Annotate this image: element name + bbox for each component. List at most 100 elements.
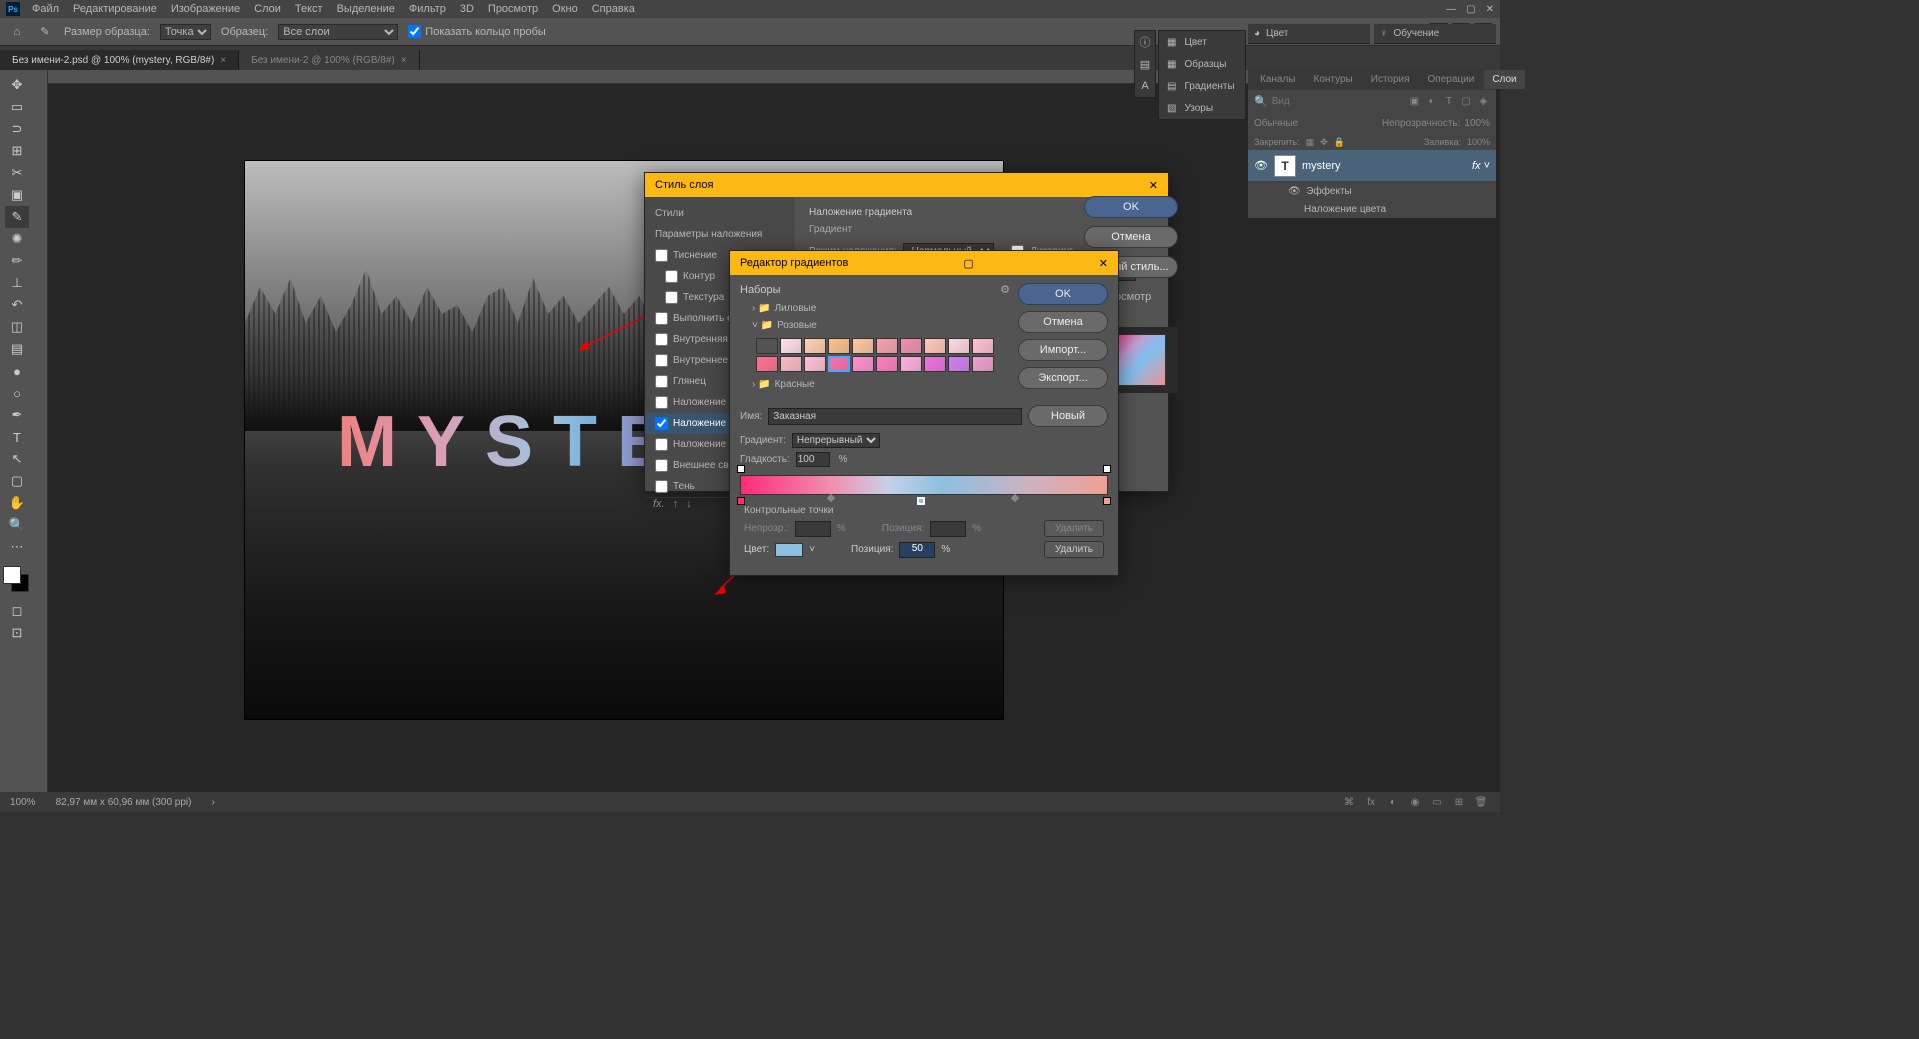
gradient-type-select[interactable]: Непрерывный bbox=[792, 433, 880, 448]
import-button[interactable]: Импорт... bbox=[1018, 339, 1108, 361]
gradient-swatch[interactable] bbox=[780, 356, 802, 372]
visibility-icon[interactable]: 👁 bbox=[1254, 159, 1268, 172]
char-panel-icon[interactable]: A bbox=[1135, 75, 1155, 97]
crop-tool-icon[interactable]: ✂ bbox=[5, 162, 29, 184]
doc-dimensions[interactable]: 82,97 мм x 60,96 мм (300 ppi) bbox=[56, 797, 192, 808]
folder-pink[interactable]: ˅ 📁 Розовые bbox=[740, 317, 1010, 334]
stamp-tool-icon[interactable]: ⊥ bbox=[5, 272, 29, 294]
gradient-swatch[interactable] bbox=[828, 356, 850, 372]
gradient-swatch[interactable] bbox=[852, 356, 874, 372]
menu-help[interactable]: Справка bbox=[592, 3, 635, 15]
opacity-value[interactable]: 100% bbox=[1464, 118, 1490, 129]
sb-adj-icon[interactable]: ◉ bbox=[1406, 795, 1424, 809]
stop-position-input[interactable]: 50 bbox=[899, 542, 935, 558]
show-ring-checkbox[interactable] bbox=[408, 25, 421, 38]
gradient-swatch[interactable] bbox=[780, 338, 802, 354]
layer-effects-header[interactable]: 👁 Эффекты bbox=[1248, 182, 1496, 200]
color-panel-button[interactable]: ▦Цвет bbox=[1159, 31, 1245, 53]
lock-pos-icon[interactable]: ✥ bbox=[1320, 137, 1328, 148]
marquee-tool-icon[interactable]: ▭ bbox=[5, 96, 29, 118]
filter-adj-icon[interactable]: ◐ bbox=[1425, 94, 1438, 108]
gradient-swatch[interactable] bbox=[948, 338, 970, 354]
pen-tool-icon[interactable]: ✒ bbox=[5, 404, 29, 426]
filter-img-icon[interactable]: ▣ bbox=[1408, 94, 1421, 108]
filter-shape-icon[interactable]: ▢ bbox=[1460, 94, 1473, 108]
wand-tool-icon[interactable]: ⊞ bbox=[5, 140, 29, 162]
gradient-swatch[interactable] bbox=[852, 338, 874, 354]
color-stop-left[interactable] bbox=[737, 497, 745, 505]
layer-effect-color-overlay[interactable]: Наложение цвета bbox=[1248, 200, 1496, 218]
color-stop-right[interactable] bbox=[1103, 497, 1111, 505]
ok-button[interactable]: OK bbox=[1018, 283, 1108, 305]
minimize-icon[interactable]: — bbox=[1446, 4, 1456, 15]
layer-search-input[interactable] bbox=[1272, 96, 1404, 107]
cancel-button[interactable]: Отмена bbox=[1084, 226, 1178, 248]
styles-heading[interactable]: Стили bbox=[645, 203, 795, 224]
lock-all-icon[interactable]: 🔒 bbox=[1334, 137, 1345, 148]
folder-purple[interactable]: › 📁 Лиловые bbox=[740, 300, 1010, 317]
doc-tab-2[interactable]: Без имени-2 @ 100% (RGB/8#)× bbox=[239, 50, 419, 70]
gradient-swatch[interactable] bbox=[804, 338, 826, 354]
move-tool-icon[interactable]: ✥ bbox=[5, 74, 29, 96]
properties-panel-icon[interactable]: ▤ bbox=[1135, 53, 1155, 75]
opacity-stop-right[interactable] bbox=[1103, 465, 1111, 473]
frame-tool-icon[interactable]: ▣ bbox=[5, 184, 29, 206]
down-icon[interactable]: ↓ bbox=[686, 498, 692, 510]
zoom-tool-icon[interactable]: 🔍 bbox=[5, 514, 29, 536]
gradient-swatch[interactable] bbox=[756, 338, 778, 354]
maximize-icon[interactable]: ▢ bbox=[1466, 4, 1475, 15]
sb-mask-icon[interactable]: ◐ bbox=[1384, 795, 1402, 809]
eyedropper-tool-icon[interactable]: ✎ bbox=[5, 206, 29, 228]
gradient-swatch[interactable] bbox=[876, 356, 898, 372]
tab-channels[interactable]: Каналы bbox=[1252, 70, 1304, 89]
gradient-swatch[interactable] bbox=[948, 356, 970, 372]
patterns-panel-button[interactable]: ▧Узоры bbox=[1159, 97, 1245, 119]
doc-tab-1[interactable]: Без имени-2.psd @ 100% (mystery, RGB/8#)… bbox=[0, 50, 239, 70]
close-icon[interactable]: ✕ bbox=[1099, 257, 1108, 270]
gradient-swatch[interactable] bbox=[756, 356, 778, 372]
dodge-tool-icon[interactable]: ○ bbox=[5, 382, 29, 404]
sample-select[interactable]: Все слои bbox=[278, 24, 398, 40]
sb-link-icon[interactable]: ⌘ bbox=[1340, 795, 1358, 809]
filter-type-icon[interactable]: T bbox=[1442, 94, 1455, 108]
home-icon[interactable]: ⌂ bbox=[8, 23, 26, 41]
menu-select[interactable]: Выделение bbox=[337, 3, 395, 15]
blur-tool-icon[interactable]: ● bbox=[5, 360, 29, 382]
gradient-swatch[interactable] bbox=[876, 338, 898, 354]
sb-fx-icon[interactable]: fx bbox=[1362, 795, 1380, 809]
layer-mystery[interactable]: 👁 T mystery fx ˅ bbox=[1248, 150, 1496, 182]
sb-trash-icon[interactable]: 🗑 bbox=[1472, 795, 1490, 809]
gradient-swatch[interactable] bbox=[900, 338, 922, 354]
info-panel-icon[interactable]: ⓘ bbox=[1135, 31, 1155, 53]
layer-style-title[interactable]: Стиль слоя✕ bbox=[645, 173, 1168, 197]
lock-pixels-icon[interactable]: ▦ bbox=[1306, 137, 1315, 148]
gradient-tool-icon[interactable]: ▤ bbox=[5, 338, 29, 360]
gradient-swatch[interactable] bbox=[972, 356, 994, 372]
close-icon[interactable]: ✕ bbox=[1149, 179, 1158, 192]
zoom-value[interactable]: 100% bbox=[10, 797, 36, 808]
menu-view[interactable]: Просмотр bbox=[488, 3, 538, 15]
smooth-input[interactable] bbox=[796, 452, 830, 467]
menu-file[interactable]: Файл bbox=[32, 3, 59, 15]
menu-layers[interactable]: Слои bbox=[254, 3, 281, 15]
maximize-icon[interactable]: ▢ bbox=[963, 257, 973, 270]
sb-group-icon[interactable]: ▭ bbox=[1428, 795, 1446, 809]
up-icon[interactable]: ↑ bbox=[673, 498, 679, 510]
brush-tool-icon[interactable]: ✏ bbox=[5, 250, 29, 272]
shape-tool-icon[interactable]: ▢ bbox=[5, 470, 29, 492]
tab-close-icon[interactable]: × bbox=[220, 55, 226, 66]
tab-actions[interactable]: Операции bbox=[1420, 70, 1483, 89]
tab-paths[interactable]: Контуры bbox=[1306, 70, 1361, 89]
fx-icon[interactable]: fx. bbox=[653, 498, 665, 510]
path-tool-icon[interactable]: ↖ bbox=[5, 448, 29, 470]
swatches-panel-button[interactable]: ▦Образцы bbox=[1159, 53, 1245, 75]
color-panel-tab[interactable]: ◕ Цвет bbox=[1248, 24, 1370, 44]
learn-panel-tab[interactable]: ♀ Обучение bbox=[1374, 24, 1496, 44]
hand-tool-icon[interactable]: ✋ bbox=[5, 492, 29, 514]
filter-smart-icon[interactable]: ◈ bbox=[1477, 94, 1490, 108]
stop-color-swatch[interactable] bbox=[775, 543, 803, 557]
quickmask-icon[interactable]: ◻ bbox=[5, 600, 29, 622]
gradient-swatch[interactable] bbox=[900, 356, 922, 372]
gradient-swatch[interactable] bbox=[924, 356, 946, 372]
menu-3d[interactable]: 3D bbox=[460, 3, 474, 15]
